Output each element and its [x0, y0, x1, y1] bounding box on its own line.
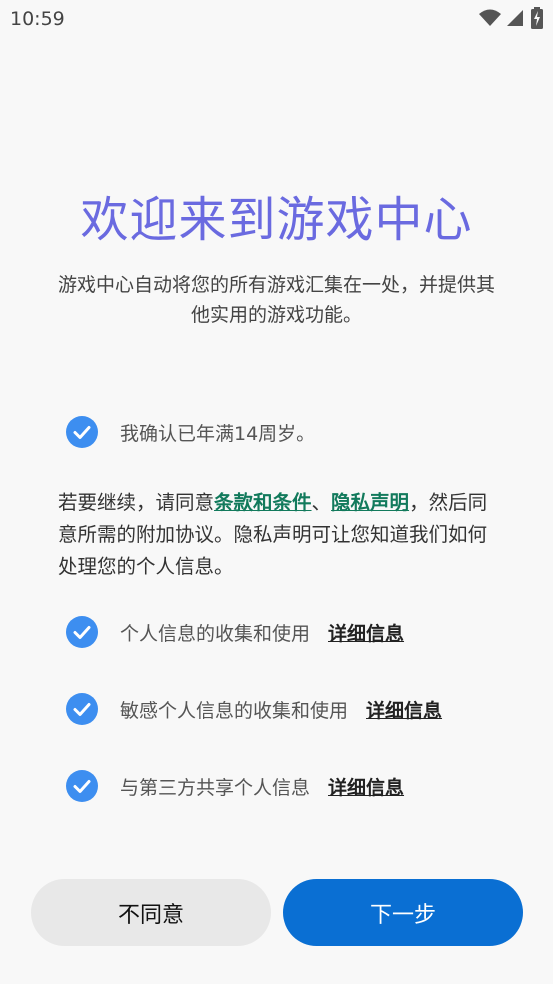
- details-link[interactable]: 详细信息: [328, 619, 404, 646]
- page-title: 欢迎来到游戏中心: [80, 192, 473, 248]
- checkmark-circle-icon[interactable]: [66, 770, 98, 802]
- details-link[interactable]: 详细信息: [366, 696, 442, 723]
- checkmark-circle-icon[interactable]: [66, 693, 98, 725]
- wifi-icon: [479, 9, 501, 26]
- terms-separator: 、: [311, 491, 332, 514]
- agreement-label: 敏感个人信息的收集和使用: [120, 699, 349, 722]
- intro-text: 游戏中心自动将您的所有游戏汇集在一处，并提供其他实用的游戏功能。: [57, 274, 495, 326]
- signal-icon: [507, 10, 523, 26]
- age-confirm-label: 我确认已年满14周岁。: [120, 422, 316, 445]
- details-link[interactable]: 详细信息: [328, 773, 404, 800]
- status-icons: [479, 7, 543, 29]
- terms-prefix: 若要继续，请同意: [58, 491, 215, 514]
- status-bar: 10:59: [0, 0, 553, 38]
- checkmark-circle-icon[interactable]: [66, 416, 98, 448]
- agreement-row-sensitive[interactable]: 敏感个人信息的收集和使用 详细信息: [66, 693, 442, 725]
- agreement-label: 与第三方共享个人信息: [120, 776, 311, 799]
- agreement-row-third-party[interactable]: 与第三方共享个人信息 详细信息: [66, 770, 404, 802]
- terms-paragraph: 若要继续，请同意条款和条件、隐私声明，然后同意所需的附加协议。隐私声明可让您知道…: [58, 487, 498, 583]
- next-button[interactable]: 下一步: [283, 879, 523, 946]
- age-confirm-row[interactable]: 我确认已年满14周岁。: [66, 416, 315, 448]
- checkmark-circle-icon[interactable]: [66, 616, 98, 648]
- battery-charging-icon: [531, 7, 543, 29]
- disagree-button[interactable]: 不同意: [31, 879, 271, 946]
- agreement-row-collection[interactable]: 个人信息的收集和使用 详细信息: [66, 616, 404, 648]
- privacy-link[interactable]: 隐私声明: [331, 491, 409, 514]
- agreement-label: 个人信息的收集和使用: [120, 622, 311, 645]
- status-time: 10:59: [10, 8, 65, 30]
- terms-link[interactable]: 条款和条件: [214, 491, 312, 514]
